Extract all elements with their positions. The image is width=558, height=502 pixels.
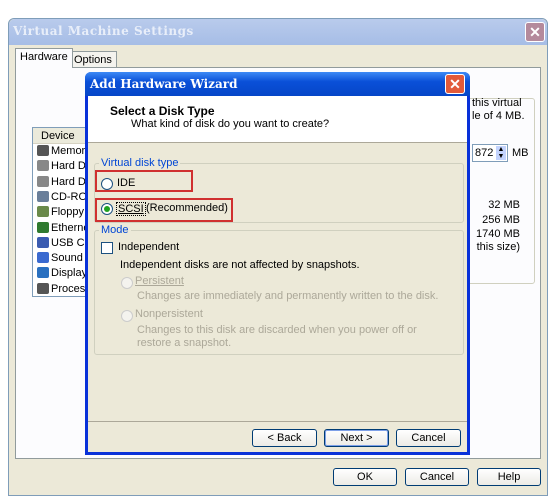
- independent-label[interactable]: Independent: [118, 241, 179, 253]
- tab-options[interactable]: Options: [69, 51, 117, 68]
- floppy-icon: [37, 206, 49, 218]
- memory-value[interactable]: 872: [475, 147, 493, 159]
- hard-disk-icon: [37, 160, 49, 172]
- help-button[interactable]: Help: [477, 468, 541, 486]
- memory-group: [465, 98, 535, 284]
- persistent-radio[interactable]: [121, 277, 133, 289]
- independent-desc: Independent disks are not affected by sn…: [120, 259, 360, 271]
- memory-max: 1740 MB: [475, 228, 520, 240]
- wizard-heading: Select a Disk Type: [110, 104, 215, 118]
- memory-icon: [37, 145, 49, 156]
- memory-spinner[interactable]: 872 ▲ ▼: [472, 144, 508, 162]
- display-icon: [37, 267, 49, 279]
- sound-icon: [37, 252, 49, 264]
- vm-title: Virtual Machine Settings: [13, 24, 194, 38]
- wizard-header: Select a Disk Type What kind of disk do …: [88, 96, 467, 143]
- hard-disk-icon: [37, 175, 49, 187]
- memory-unit: MB: [512, 147, 529, 159]
- nonpersistent-radio[interactable]: [121, 310, 133, 322]
- mode-label: Mode: [99, 224, 131, 236]
- wizard-title: Add Hardware Wizard: [90, 77, 238, 91]
- scsi-radio[interactable]: [101, 203, 113, 215]
- ethernet-icon: [37, 221, 49, 233]
- persistent-desc: Changes are immediately and permanently …: [137, 290, 439, 302]
- device-label: Floppy: [51, 206, 85, 219]
- memory-note: this size): [476, 241, 520, 253]
- independent-checkbox[interactable]: [101, 242, 113, 254]
- scsi-recommended: (Recommended): [146, 202, 228, 214]
- close-icon[interactable]: ✕: [445, 74, 465, 94]
- processor-icon: [37, 282, 49, 294]
- memory-desc-1: this virtual: [472, 97, 522, 109]
- next-button[interactable]: Next >: [324, 429, 389, 447]
- cancel-button[interactable]: Cancel: [405, 468, 469, 486]
- device-item[interactable]: Floppy: [37, 206, 84, 221]
- device-item[interactable]: Display: [37, 267, 87, 282]
- ok-button[interactable]: OK: [333, 468, 397, 486]
- persistent-label[interactable]: Persistent: [135, 275, 184, 287]
- vm-title-bar: Virtual Machine Settings ✕: [9, 19, 547, 45]
- close-icon[interactable]: ✕: [525, 22, 545, 42]
- usb-icon: [37, 236, 49, 248]
- nonpersistent-desc: Changes to this disk are discarded when …: [137, 324, 417, 349]
- device-label: Display: [51, 267, 88, 280]
- back-button[interactable]: < Back: [252, 429, 317, 447]
- ide-radio[interactable]: [101, 178, 113, 190]
- memory-desc-2: le of 4 MB.: [472, 110, 525, 122]
- footer-divider: [88, 421, 467, 422]
- add-hardware-wizard: Add Hardware Wizard ✕ Select a Disk Type…: [85, 72, 470, 455]
- scsi-label[interactable]: SCSI: [116, 202, 146, 216]
- wizard-title-bar: Add Hardware Wizard ✕: [85, 72, 470, 96]
- tab-hardware[interactable]: Hardware: [15, 48, 73, 68]
- wizard-cancel-button[interactable]: Cancel: [396, 429, 461, 447]
- memory-recommended: 256 MB: [482, 214, 520, 226]
- nonpersistent-label[interactable]: Nonpersistent: [135, 308, 203, 320]
- spinner-arrows-icon[interactable]: ▲ ▼: [496, 146, 506, 160]
- memory-min: 32 MB: [488, 199, 520, 211]
- ide-label[interactable]: IDE: [117, 177, 135, 189]
- device-item[interactable]: Memory: [37, 145, 91, 160]
- wizard-subheading: What kind of disk do you want to create?: [131, 118, 330, 130]
- disk-type-label: Virtual disk type: [99, 157, 181, 169]
- cdrom-icon: [37, 190, 49, 202]
